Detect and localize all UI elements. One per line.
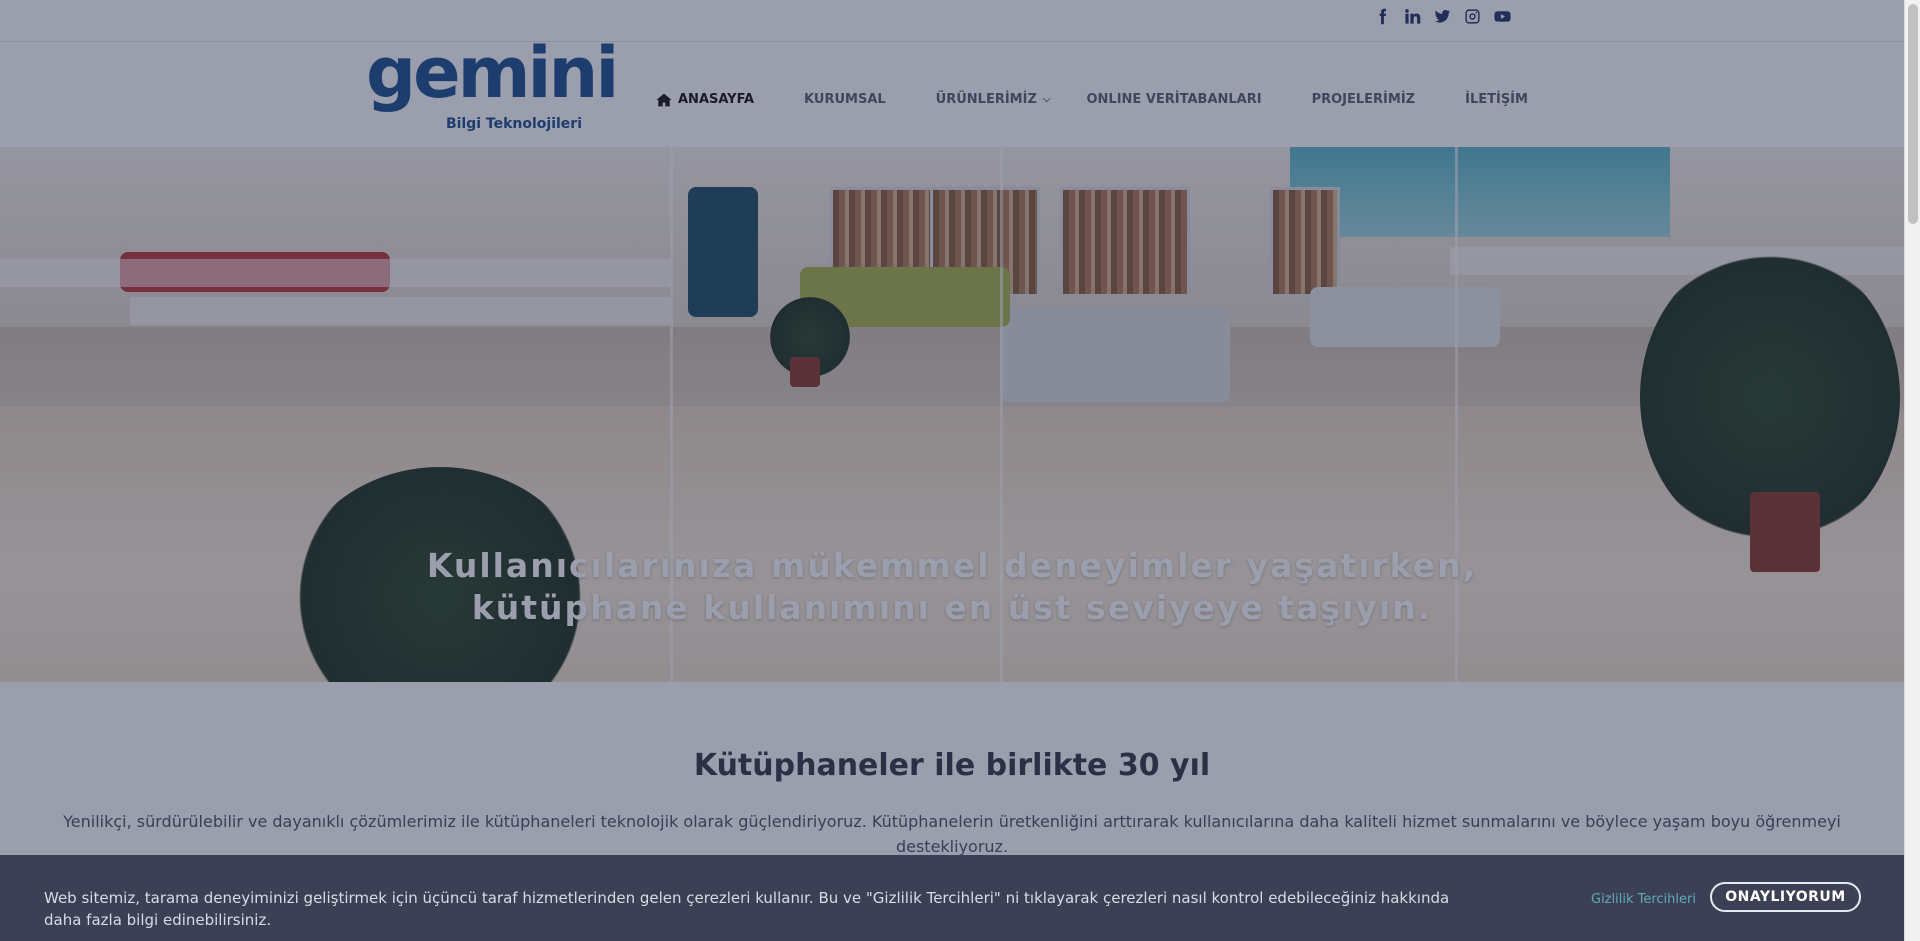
scrollbar-thumb[interactable] xyxy=(1908,4,1918,224)
cookie-text: Web sitemiz, tarama deneyiminizi gelişti… xyxy=(44,889,1450,929)
modal-overlay xyxy=(0,0,1904,941)
privacy-preferences-link[interactable]: Gizlilik Tercihleri xyxy=(1591,892,1696,907)
page: gemini Bilgi Teknolojileri ANASAYFA KURU… xyxy=(0,0,1904,941)
scrollbar[interactable] xyxy=(1904,0,1920,941)
cookie-banner: Web sitemiz, tarama deneyiminizi gelişti… xyxy=(0,855,1904,941)
accept-cookies-button[interactable]: ONAYLIYORUM xyxy=(1710,882,1861,912)
